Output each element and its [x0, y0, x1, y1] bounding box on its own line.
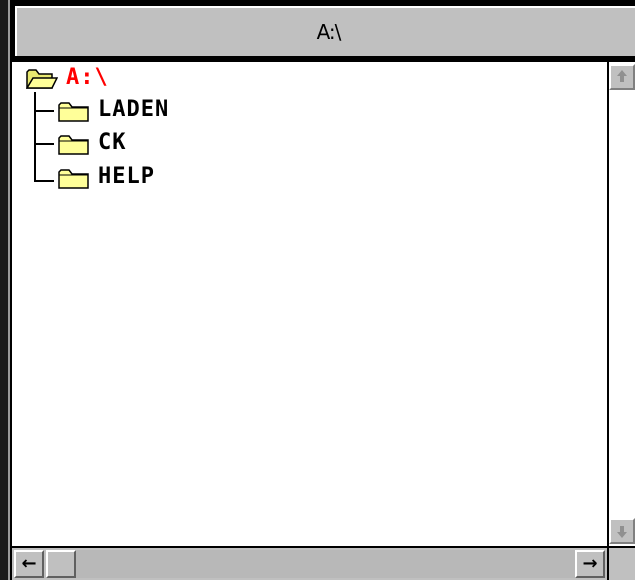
folder-icon	[58, 102, 89, 122]
folder-icon	[58, 135, 89, 155]
folder-icon	[58, 169, 89, 189]
tree-item-laden[interactable]: LADEN	[12, 96, 192, 126]
tree-item-label: HELP	[98, 164, 155, 189]
window-frame-left	[0, 0, 8, 580]
horizontal-scroll-thumb[interactable]	[46, 550, 76, 578]
horizontal-scrollbar[interactable]: ← →	[12, 546, 607, 580]
title-bar[interactable]: A:\	[12, 0, 635, 62]
tree-root[interactable]: A:\	[12, 64, 152, 94]
tree-item-label: CK	[98, 130, 127, 155]
arrow-down-icon	[617, 526, 627, 538]
scroll-left-button[interactable]: ←	[14, 550, 44, 578]
scroll-right-button[interactable]: →	[575, 550, 605, 578]
arrow-left-icon: ←	[21, 553, 37, 574]
tree-root-label: A:\	[66, 65, 109, 90]
scroll-up-button[interactable]	[609, 64, 635, 90]
vertical-scrollbar[interactable]	[607, 62, 635, 546]
arrow-right-icon: →	[582, 553, 598, 574]
window-title: A:\	[316, 20, 342, 44]
arrow-up-icon	[617, 70, 627, 82]
horizontal-scroll-track[interactable]	[46, 550, 576, 578]
scrollbar-corner	[607, 546, 635, 580]
directory-tree: A:\ LADEN CK HELP	[12, 62, 607, 546]
scroll-down-button[interactable]	[609, 518, 635, 544]
tree-item-ck[interactable]: CK	[12, 129, 162, 159]
open-folder-icon	[26, 69, 58, 89]
file-manager-window: A:\ A:\ LADEN CK HELP ← →	[0, 0, 635, 580]
tree-item-help[interactable]: HELP	[12, 163, 182, 193]
title-bar-face[interactable]: A:\	[15, 6, 635, 56]
tree-item-label: LADEN	[98, 97, 170, 122]
